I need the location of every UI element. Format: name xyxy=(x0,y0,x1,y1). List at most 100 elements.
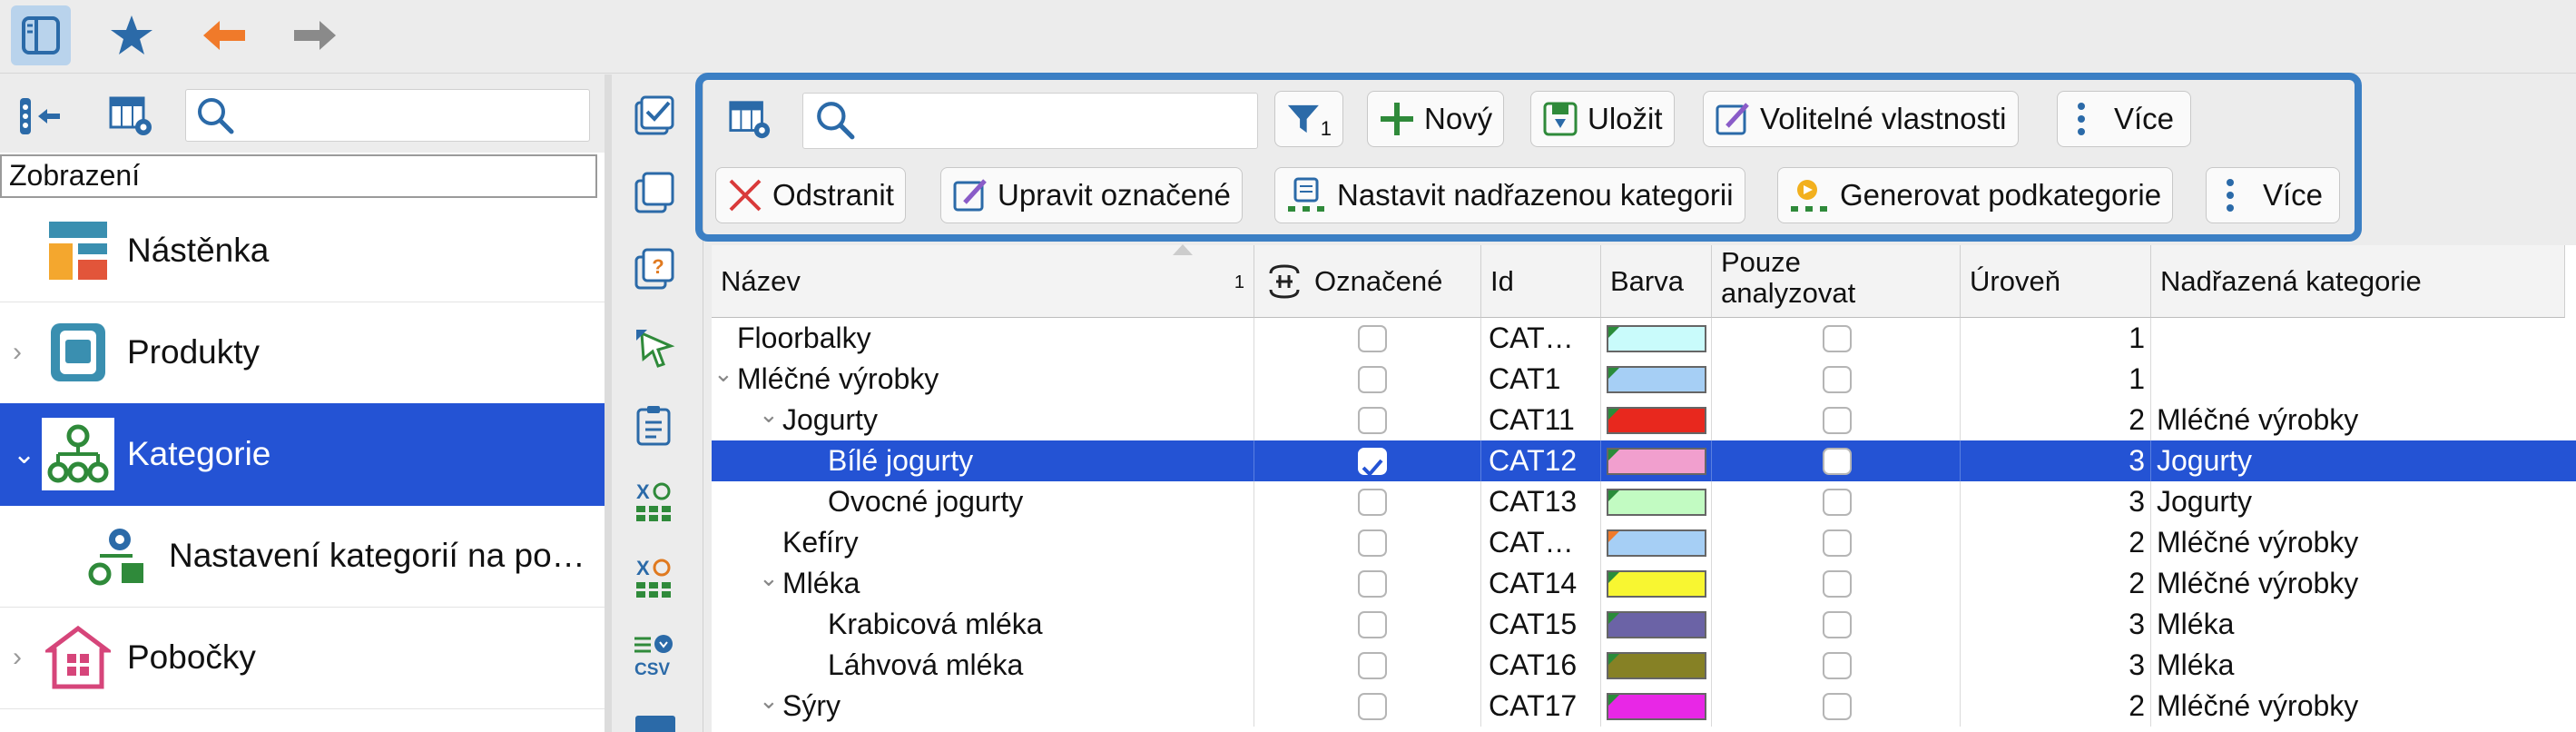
analyze-only-checkbox[interactable] xyxy=(1823,611,1852,638)
color-swatch[interactable] xyxy=(1607,529,1706,557)
favorites-button[interactable] xyxy=(102,5,162,65)
arrow-left-icon xyxy=(203,21,245,50)
category-name: Krabicová mléka xyxy=(828,608,1043,640)
table-row[interactable]: Floorbalky CAT… 1 xyxy=(712,318,2576,359)
marked-checkbox[interactable] xyxy=(1358,652,1387,679)
analyze-only-checkbox[interactable] xyxy=(1823,325,1852,352)
color-swatch[interactable] xyxy=(1607,366,1706,393)
color-marker-icon xyxy=(1608,654,1619,665)
forward-button[interactable] xyxy=(285,5,345,65)
color-swatch[interactable] xyxy=(1607,489,1706,516)
analyze-only-checkbox[interactable] xyxy=(1823,407,1852,434)
table-row[interactable]: ⌄ Jogurty CAT11 2 Mléčné výrobky xyxy=(712,400,2576,440)
parent-cell-text: Mléka xyxy=(2157,648,2235,681)
marked-column-icon xyxy=(1269,263,1300,299)
marked-checkbox[interactable] xyxy=(1358,693,1387,720)
column-header-color[interactable]: Barva xyxy=(1601,245,1712,318)
column-header-label: Název xyxy=(721,264,801,297)
column-header-id[interactable]: Id xyxy=(1481,245,1601,318)
table-settings-button[interactable] xyxy=(103,89,158,143)
nav-item-categories[interactable]: ⌄ Kategorie xyxy=(0,403,605,506)
marked-checkbox[interactable] xyxy=(1358,407,1387,434)
marked-checkbox[interactable] xyxy=(1358,529,1387,557)
table-row[interactable]: Kefíry CAT… 2 Mléčné výrobky xyxy=(712,522,2576,563)
color-swatch[interactable] xyxy=(1607,448,1706,475)
color-swatch[interactable] xyxy=(1607,570,1706,598)
color-swatch[interactable] xyxy=(1607,652,1706,679)
table-row[interactable]: Bílé jogurty CAT12 3 Jogurty xyxy=(712,440,2576,481)
column-header-parent[interactable]: Nadřazená kategorie xyxy=(2151,245,2565,318)
table-settings-icon xyxy=(109,96,152,135)
marked-checkbox[interactable] xyxy=(1358,366,1387,393)
level-cell-text: 1 xyxy=(2129,321,2145,354)
marked-cell xyxy=(1254,686,1481,727)
chevron-down-icon[interactable]: ⌄ xyxy=(713,359,733,394)
chevron-down-icon[interactable]: ⌄ xyxy=(759,400,779,435)
clipboard-button[interactable] xyxy=(626,396,684,454)
id-cell: CAT… xyxy=(1481,318,1601,359)
table-row[interactable]: ⌄ Sýry CAT17 2 Mléčné výrobky xyxy=(712,686,2576,727)
branches-icon xyxy=(42,621,114,694)
nav-item-products[interactable]: › Produkty xyxy=(0,302,605,404)
name-cell: ⌄ Mléčné výrobky xyxy=(712,359,1254,400)
id-cell-text: CAT1 xyxy=(1489,362,1561,395)
collapse-panel-button[interactable] xyxy=(13,89,67,143)
analyze-only-checkbox[interactable] xyxy=(1823,448,1852,475)
color-swatch[interactable] xyxy=(1607,611,1706,638)
level-cell-text: 3 xyxy=(2129,608,2145,640)
column-header-label: Označené xyxy=(1314,264,1443,297)
chevron-down-icon[interactable]: ⌄ xyxy=(759,563,779,598)
level-cell-text: 2 xyxy=(2129,526,2145,559)
panel-divider[interactable] xyxy=(605,74,612,732)
analyze-only-checkbox[interactable] xyxy=(1823,366,1852,393)
color-swatch[interactable] xyxy=(1607,407,1706,434)
sidebar-toggle-button[interactable] xyxy=(11,5,71,65)
column-header-name[interactable]: Název 1 xyxy=(712,244,1254,318)
color-swatch[interactable] xyxy=(1607,325,1706,352)
analyze-only-checkbox[interactable] xyxy=(1823,529,1852,557)
marked-checkbox[interactable] xyxy=(1358,611,1387,638)
parent-cell: Mléčné výrobky xyxy=(2151,563,2576,604)
copy-button[interactable] xyxy=(626,163,684,222)
help-button[interactable]: ? xyxy=(626,240,684,298)
color-cell xyxy=(1601,400,1712,440)
marked-checkbox[interactable] xyxy=(1358,489,1387,516)
table-row[interactable]: Láhvová mléka CAT16 3 Mléka xyxy=(712,645,2576,686)
nav-item-label: Kategorie xyxy=(127,435,271,472)
column-header-analyze-only[interactable]: Pouze analyzovat xyxy=(1712,245,1961,318)
column-header-marked[interactable]: Označené xyxy=(1254,245,1481,318)
select-cursor-button[interactable] xyxy=(626,320,684,378)
grid-settings-button[interactable]: X xyxy=(626,549,684,607)
marked-cell xyxy=(1254,359,1481,400)
csv-export-button[interactable]: CSV xyxy=(626,627,684,685)
analyze-only-checkbox[interactable] xyxy=(1823,489,1852,516)
navigation-search-input[interactable] xyxy=(185,89,590,142)
marked-checkbox[interactable] xyxy=(1358,325,1387,352)
analyze-only-checkbox[interactable] xyxy=(1823,693,1852,720)
delete-columns-button[interactable]: X xyxy=(626,472,684,530)
nav-item-category-settings[interactable]: Nastavení kategorií na po… xyxy=(0,505,605,608)
color-marker-icon xyxy=(1608,490,1619,501)
color-swatch[interactable] xyxy=(1607,693,1706,720)
select-all-button[interactable] xyxy=(626,87,684,145)
sort-order-indicator: 1 xyxy=(1234,272,1244,292)
analyze-only-checkbox[interactable] xyxy=(1823,652,1852,679)
more-tools-icon[interactable] xyxy=(635,716,675,732)
back-button[interactable] xyxy=(194,5,254,65)
analyze-only-cell xyxy=(1712,359,1961,400)
collapse-panel-icon xyxy=(20,98,60,134)
table-row[interactable]: Ovocné jogurty CAT13 3 Jogurty xyxy=(712,481,2576,522)
marked-checkbox[interactable] xyxy=(1358,570,1387,598)
nav-item-dashboard[interactable]: Nástěnka xyxy=(0,200,605,302)
table-row[interactable]: Krabicová mléka CAT15 3 Mléka xyxy=(712,604,2576,645)
marked-checkbox[interactable] xyxy=(1358,448,1387,477)
table-row[interactable]: ⌄ Mléčné výrobky CAT1 1 xyxy=(712,359,2576,400)
svg-text:CSV: CSV xyxy=(634,660,670,679)
chevron-down-icon[interactable]: ⌄ xyxy=(759,686,779,721)
category-settings-icon xyxy=(82,519,154,592)
id-cell: CAT17 xyxy=(1481,686,1601,727)
column-header-level[interactable]: Úroveň xyxy=(1961,245,2151,318)
nav-item-branches[interactable]: › Pobočky xyxy=(0,607,605,709)
analyze-only-checkbox[interactable] xyxy=(1823,570,1852,598)
table-row[interactable]: ⌄ Mléka CAT14 2 Mléčné výrobky xyxy=(712,563,2576,604)
